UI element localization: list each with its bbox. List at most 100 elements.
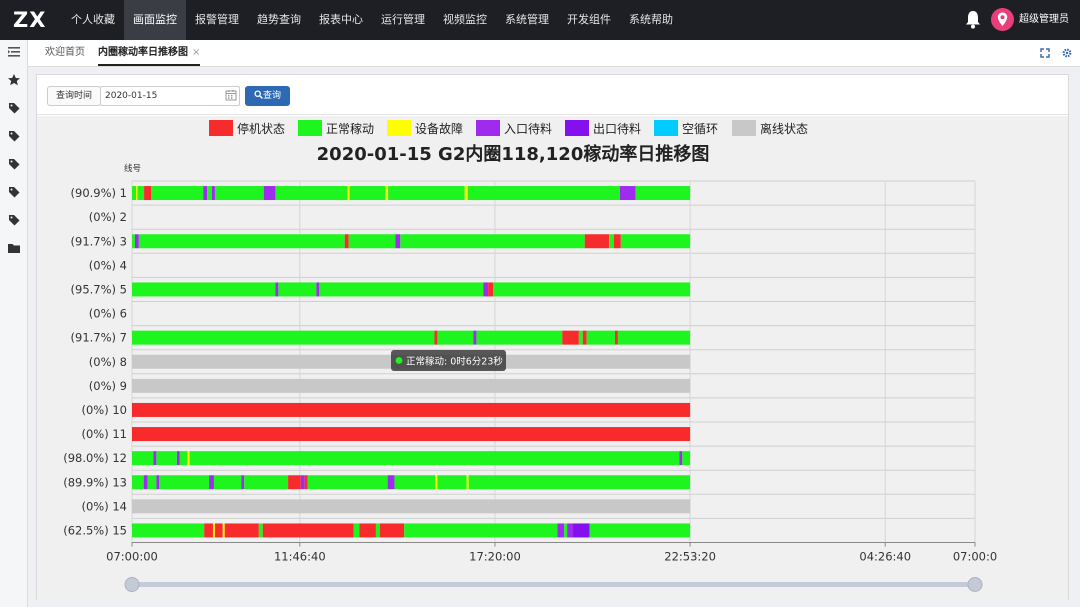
- bar-segment[interactable]: [619, 186, 636, 201]
- bar-segment[interactable]: [258, 523, 263, 538]
- legend-label[interactable]: 离线状态: [760, 121, 808, 136]
- bar-segment[interactable]: [483, 282, 489, 297]
- bar-segment[interactable]: [222, 523, 225, 538]
- bar-segment[interactable]: [617, 330, 691, 345]
- bar-segment[interactable]: [224, 523, 259, 538]
- bar-segment[interactable]: [134, 234, 139, 249]
- legend-label[interactable]: 空循环: [682, 122, 718, 136]
- bar-segment[interactable]: [586, 330, 615, 345]
- folder-icon[interactable]: [6, 240, 22, 256]
- bar-segment[interactable]: [156, 475, 160, 490]
- bar-segment[interactable]: [288, 475, 301, 490]
- bar-segment[interactable]: [132, 282, 276, 297]
- bar-segment[interactable]: [347, 186, 350, 201]
- bar-segment[interactable]: [589, 523, 691, 538]
- bar-segment[interactable]: [573, 523, 590, 538]
- bar-segment[interactable]: [582, 330, 587, 345]
- bar-segment[interactable]: [344, 234, 349, 249]
- bar-segment[interactable]: [562, 330, 579, 345]
- tag-icon[interactable]: [6, 128, 22, 144]
- legend-swatch[interactable]: [209, 120, 233, 136]
- bar-segment[interactable]: [564, 523, 568, 538]
- bar-segment[interactable]: [467, 186, 620, 201]
- bar-segment[interactable]: [375, 523, 380, 538]
- legend-label[interactable]: 入口待料: [504, 122, 552, 136]
- bar-segment[interactable]: [275, 186, 348, 201]
- bar-segment[interactable]: [153, 451, 157, 466]
- bar-segment[interactable]: [213, 475, 242, 490]
- bar-segment[interactable]: [404, 523, 558, 538]
- bar-segment[interactable]: [466, 475, 469, 490]
- legend-swatch[interactable]: [387, 120, 411, 136]
- bar-segment[interactable]: [132, 330, 435, 345]
- nav-item[interactable]: 运行管理: [372, 0, 434, 40]
- legend-label[interactable]: 停机状态: [237, 121, 285, 136]
- bar-segment[interactable]: [319, 282, 484, 297]
- bar-segment[interactable]: [138, 234, 345, 249]
- bar-segment[interactable]: [385, 186, 389, 201]
- bar-segment[interactable]: [613, 234, 621, 249]
- bar-segment[interactable]: [488, 282, 494, 297]
- bar-segment[interactable]: [143, 475, 148, 490]
- bar-segment[interactable]: [209, 475, 214, 490]
- bar-segment[interactable]: [212, 186, 215, 201]
- avatar[interactable]: [991, 8, 1014, 31]
- menu-toggle-icon[interactable]: [6, 44, 22, 60]
- nav-item[interactable]: 开发组件: [558, 0, 620, 40]
- bar-segment[interactable]: [387, 475, 395, 490]
- bar-segment[interactable]: [176, 451, 180, 466]
- bar-segment[interactable]: [567, 523, 574, 538]
- bar-segment[interactable]: [187, 451, 190, 466]
- tag-icon[interactable]: [6, 100, 22, 116]
- bar-segment[interactable]: [241, 475, 245, 490]
- bell-icon[interactable]: [964, 10, 982, 29]
- bar-segment[interactable]: [132, 475, 144, 490]
- star-icon[interactable]: [6, 72, 22, 88]
- tag-icon[interactable]: [6, 156, 22, 172]
- bar-segment[interactable]: [316, 282, 320, 297]
- bar-segment[interactable]: [147, 475, 157, 490]
- tab-utilization-chart[interactable]: 内圈稼动率日推移图 ×: [98, 40, 201, 66]
- bar-segment[interactable]: [394, 475, 436, 490]
- app-logo[interactable]: ZX: [13, 8, 46, 32]
- legend-label[interactable]: 出口待料: [593, 122, 641, 136]
- tag-icon[interactable]: [6, 184, 22, 200]
- fullscreen-icon[interactable]: [1040, 48, 1050, 58]
- bar-segment[interactable]: [476, 330, 563, 345]
- bar-segment[interactable]: [395, 234, 401, 249]
- bar-segment[interactable]: [300, 475, 305, 490]
- bar-segment[interactable]: [635, 186, 691, 201]
- bar-segment[interactable]: [203, 186, 208, 201]
- nav-item[interactable]: 视频监控: [434, 0, 496, 40]
- bar-segment[interactable]: [584, 234, 610, 249]
- bar-segment[interactable]: [349, 186, 386, 201]
- bar-segment[interactable]: [132, 378, 691, 393]
- bar-segment[interactable]: [379, 523, 405, 538]
- bar-segment[interactable]: [435, 475, 438, 490]
- nav-item[interactable]: 系统帮助: [620, 0, 682, 40]
- bar-segment[interactable]: [359, 523, 376, 538]
- range-slider-start-handle[interactable]: [124, 577, 140, 592]
- bar-segment[interactable]: [263, 186, 276, 201]
- bar-segment[interactable]: [353, 523, 360, 538]
- bar-segment[interactable]: [132, 427, 691, 442]
- nav-item[interactable]: 画面监控: [124, 0, 186, 40]
- nav-item[interactable]: 报表中心: [310, 0, 372, 40]
- legend-swatch[interactable]: [298, 120, 322, 136]
- nav-item[interactable]: 趋势查询: [248, 0, 310, 40]
- bar-segment[interactable]: [212, 523, 215, 538]
- bar-segment[interactable]: [244, 475, 289, 490]
- bar-segment[interactable]: [304, 475, 308, 490]
- bar-segment[interactable]: [151, 186, 204, 201]
- username-label[interactable]: 超级管理员: [1019, 0, 1069, 40]
- bar-segment[interactable]: [132, 234, 135, 249]
- bar-segment[interactable]: [262, 523, 354, 538]
- bar-segment[interactable]: [214, 186, 264, 201]
- bar-segment[interactable]: [179, 451, 188, 466]
- bar-segment[interactable]: [388, 186, 465, 201]
- bar-segment[interactable]: [437, 330, 474, 345]
- nav-item[interactable]: 系统管理: [496, 0, 558, 40]
- legend-swatch[interactable]: [654, 120, 678, 136]
- query-button[interactable]: 查询: [245, 86, 290, 106]
- bar-segment[interactable]: [400, 234, 585, 249]
